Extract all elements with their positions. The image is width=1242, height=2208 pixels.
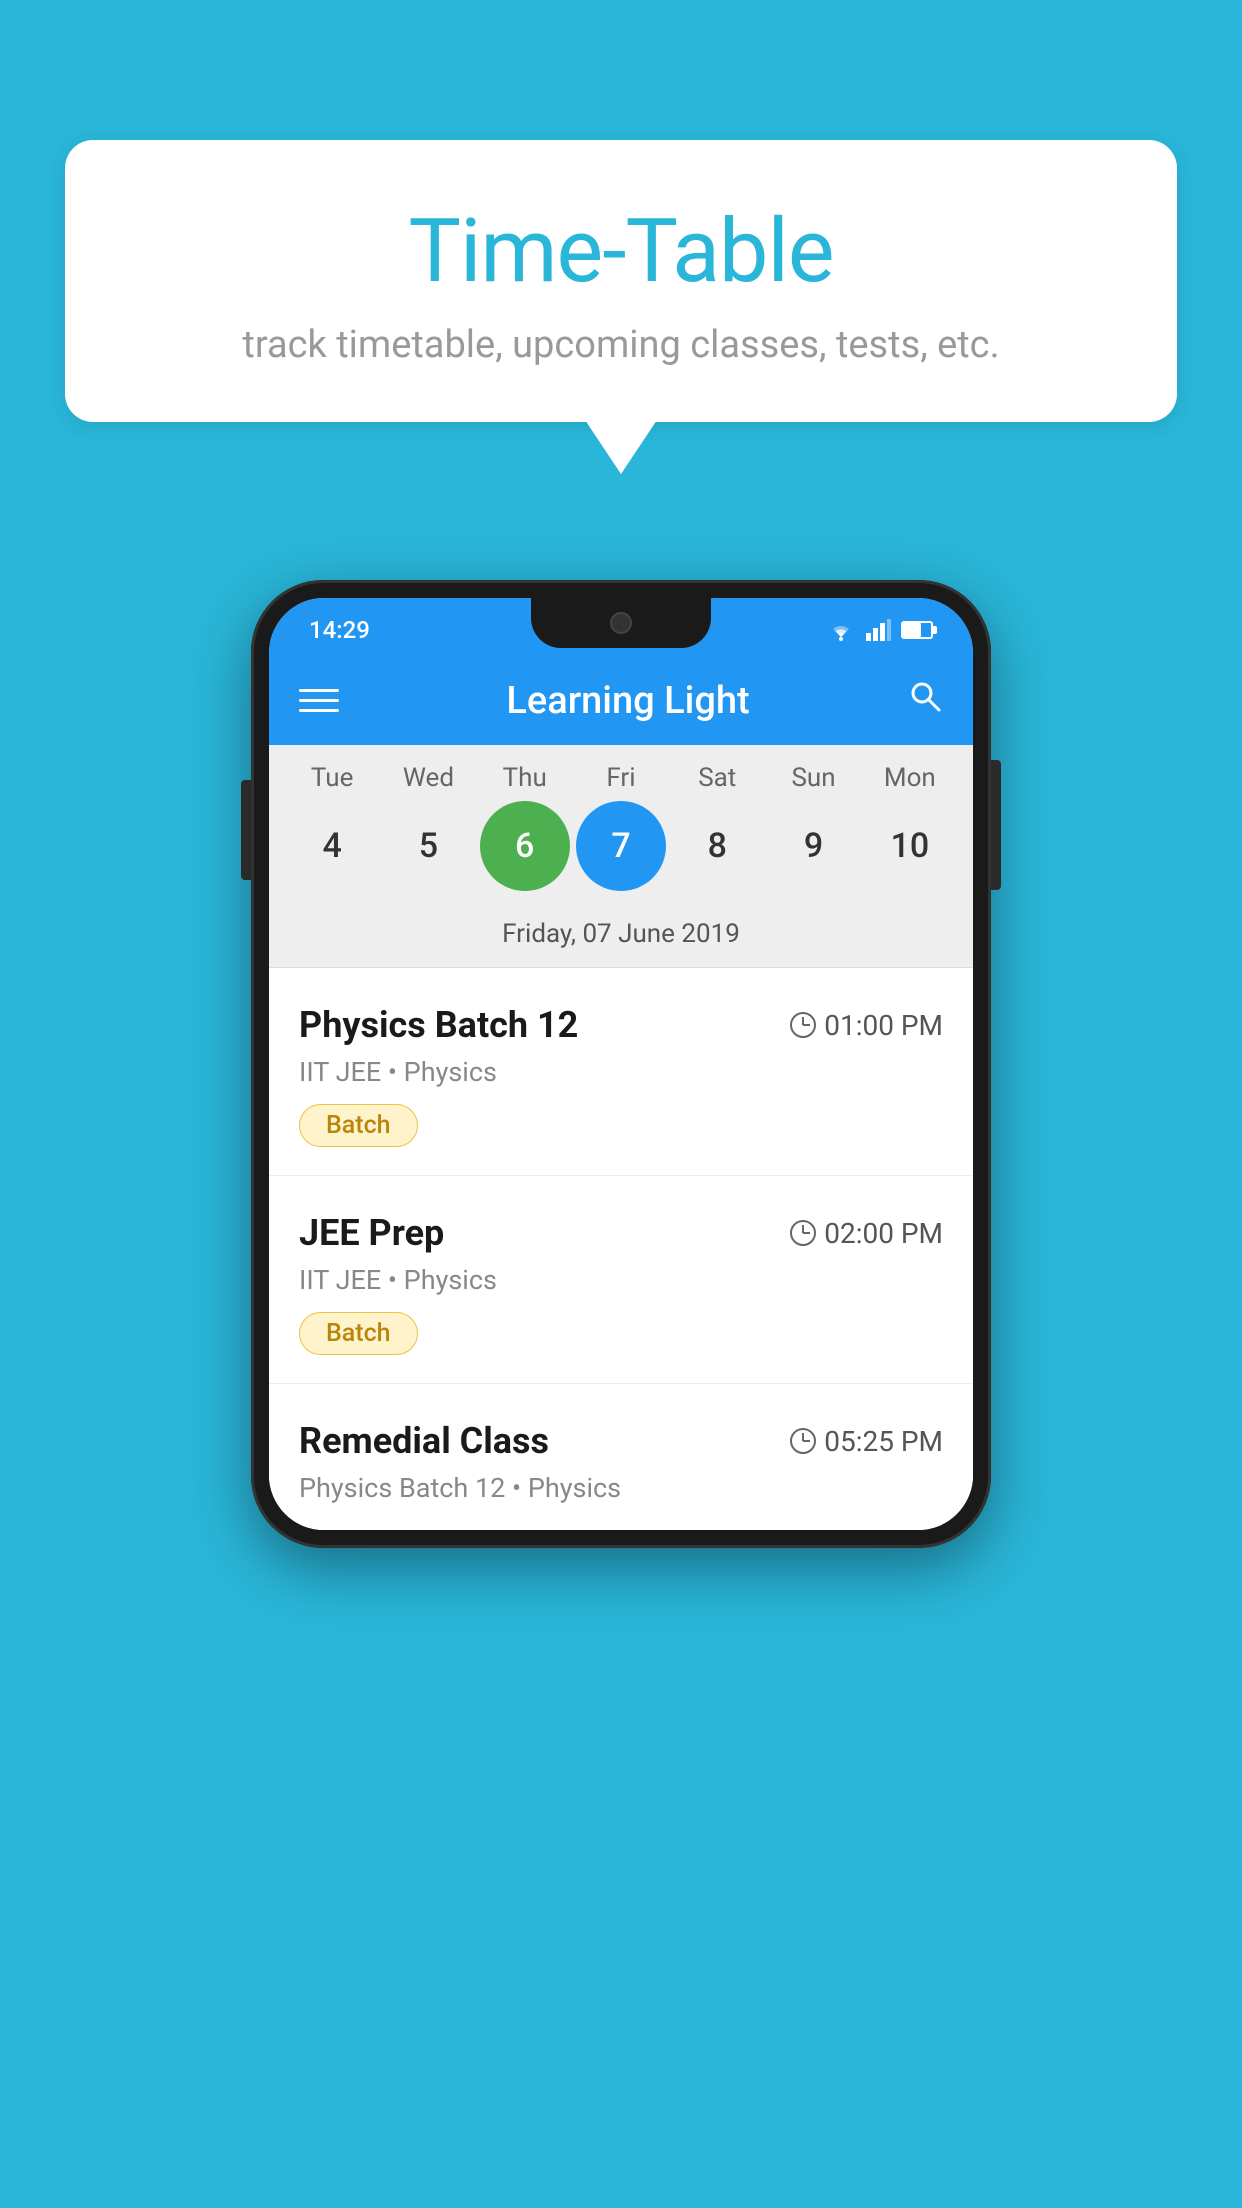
- day-headers: Tue Wed Thu Fri Sat Sun Mon: [269, 763, 973, 793]
- day-header-sun: Sun: [769, 763, 859, 793]
- signal-icon: [866, 619, 891, 641]
- speech-bubble-container: Time-Table track timetable, upcoming cla…: [65, 140, 1177, 422]
- search-button[interactable]: [907, 678, 943, 723]
- clock-icon-3: [790, 1428, 816, 1454]
- day-7-selected[interactable]: 7: [576, 801, 666, 891]
- camera-dot: [610, 612, 632, 634]
- schedule-item-1-title: Physics Batch 12: [299, 1004, 578, 1046]
- schedule-item-1-subtitle: IIT JEE • Physics: [299, 1056, 943, 1088]
- phone-screen: 14:29: [269, 598, 973, 1530]
- schedule-item-1-time-text: 01:00 PM: [824, 1009, 943, 1042]
- schedule-item-3[interactable]: Remedial Class 05:25 PM Physics Batch 12…: [269, 1384, 973, 1530]
- day-header-tue: Tue: [287, 763, 377, 793]
- day-9[interactable]: 9: [769, 801, 859, 891]
- app-subtitle: track timetable, upcoming classes, tests…: [115, 323, 1127, 367]
- schedule-item-2[interactable]: JEE Prep 02:00 PM IIT JEE • Physics Batc…: [269, 1176, 973, 1384]
- phone-frame: 14:29: [251, 580, 991, 1548]
- day-header-wed: Wed: [383, 763, 473, 793]
- schedule-item-1[interactable]: Physics Batch 12 01:00 PM IIT JEE • Phys…: [269, 968, 973, 1176]
- schedule-list: Physics Batch 12 01:00 PM IIT JEE • Phys…: [269, 968, 973, 1530]
- day-6-today[interactable]: 6: [480, 801, 570, 891]
- clock-icon-2: [790, 1220, 816, 1246]
- app-header: Learning Light: [269, 656, 973, 745]
- schedule-item-1-header: Physics Batch 12 01:00 PM: [299, 1004, 943, 1046]
- schedule-item-2-title: JEE Prep: [299, 1212, 444, 1254]
- day-numbers: 4 5 6 7 8 9 10: [269, 793, 973, 909]
- schedule-item-2-time-text: 02:00 PM: [824, 1217, 943, 1250]
- schedule-item-3-title: Remedial Class: [299, 1420, 549, 1462]
- schedule-item-1-time: 01:00 PM: [790, 1009, 943, 1042]
- phone-notch: [531, 598, 711, 648]
- schedule-item-2-subtitle: IIT JEE • Physics: [299, 1264, 943, 1296]
- app-title-heading: Time-Table: [115, 200, 1127, 303]
- menu-icon[interactable]: [299, 689, 339, 712]
- clock-icon-1: [790, 1012, 816, 1038]
- day-4[interactable]: 4: [287, 801, 377, 891]
- schedule-item-3-time: 05:25 PM: [790, 1425, 943, 1458]
- schedule-item-1-tag: Batch: [299, 1104, 418, 1147]
- day-header-fri: Fri: [576, 763, 666, 793]
- schedule-item-2-time: 02:00 PM: [790, 1217, 943, 1250]
- app-header-title: Learning Light: [349, 679, 907, 723]
- battery-icon: [901, 621, 933, 639]
- day-header-sat: Sat: [672, 763, 762, 793]
- day-10[interactable]: 10: [865, 801, 955, 891]
- schedule-item-3-header: Remedial Class 05:25 PM: [299, 1420, 943, 1462]
- day-header-thu: Thu: [480, 763, 570, 793]
- day-5[interactable]: 5: [383, 801, 473, 891]
- speech-bubble: Time-Table track timetable, upcoming cla…: [65, 140, 1177, 422]
- status-time: 14:29: [309, 616, 370, 644]
- day-8[interactable]: 8: [672, 801, 762, 891]
- wifi-icon: [826, 619, 856, 641]
- day-header-mon: Mon: [865, 763, 955, 793]
- schedule-item-3-subtitle: Physics Batch 12 • Physics: [299, 1472, 943, 1504]
- schedule-item-2-header: JEE Prep 02:00 PM: [299, 1212, 943, 1254]
- schedule-item-3-time-text: 05:25 PM: [824, 1425, 943, 1458]
- phone-container: 14:29: [251, 580, 991, 1548]
- schedule-item-2-tag: Batch: [299, 1312, 418, 1355]
- selected-date-label: Friday, 07 June 2019: [269, 909, 973, 968]
- status-icons: [826, 619, 933, 641]
- calendar-strip: Tue Wed Thu Fri Sat Sun Mon 4 5 6 7 8 9 …: [269, 745, 973, 968]
